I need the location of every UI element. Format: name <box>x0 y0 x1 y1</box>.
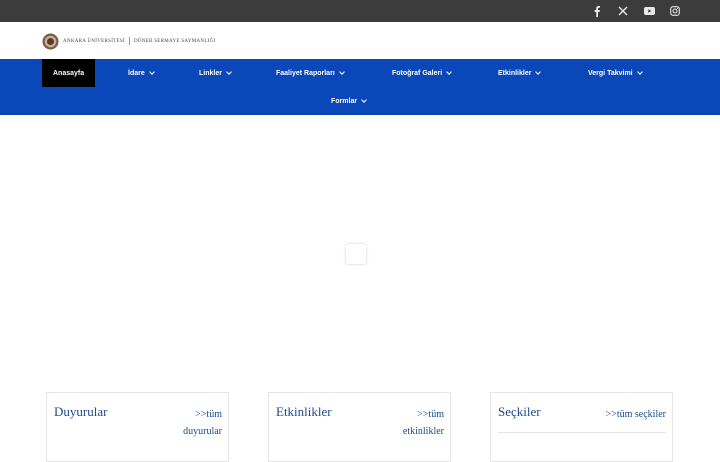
nav-label: Fotoğraf Galeri <box>392 69 443 77</box>
logo-separator <box>128 37 130 45</box>
card-title: Duyurular <box>54 404 108 419</box>
nav-label: Etkinlikler <box>498 69 532 77</box>
nav-label: Vergi Takvimi <box>588 69 633 77</box>
nav-item-formlar[interactable]: Formlar <box>331 87 367 115</box>
x-twitter-icon[interactable] <box>616 4 630 18</box>
card-etkinlikler: Etkinlikler >>tüm etkinlikler <box>268 392 451 462</box>
loading-spinner <box>346 244 366 264</box>
site-header: ANKARA ÜNİVERSİTESİ DÖNER SERMAYE SAYMAN… <box>0 22 720 59</box>
nav-item-fotograf-galeri[interactable]: Fotoğraf Galeri <box>392 59 453 87</box>
card-title: Seçkiler <box>498 404 541 419</box>
logo-unit-text: DÖNER SERMAYE SAYMANLIĞI <box>133 38 216 44</box>
facebook-icon[interactable] <box>590 4 604 18</box>
university-seal-icon <box>42 33 59 49</box>
all-events-link[interactable]: >>tüm etkinlikler <box>403 406 444 440</box>
social-links <box>590 4 682 18</box>
youtube-icon[interactable] <box>642 4 656 18</box>
nav-label: Anasayfa <box>53 69 85 77</box>
nav-item-etkinlikler[interactable]: Etkinlikler <box>498 59 542 87</box>
nav-label: Formlar <box>331 97 358 105</box>
card-title: Etkinlikler <box>276 404 332 419</box>
nav-item-idare[interactable]: İdare <box>128 59 155 87</box>
link-line-2: duyurular <box>183 426 222 437</box>
nav-item-vergi-takvimi[interactable]: Vergi Takvimi <box>588 59 643 87</box>
logo-university-text: ANKARA ÜNİVERSİTESİ <box>63 38 125 44</box>
chevron-down-icon <box>148 68 155 75</box>
card-divider <box>498 432 666 433</box>
link-line-1: >>tüm <box>195 409 222 420</box>
chevron-down-icon <box>361 96 367 103</box>
all-selections-link[interactable]: >>tüm seçkiler <box>606 406 666 423</box>
site-logo[interactable]: ANKARA ÜNİVERSİTESİ DÖNER SERMAYE SAYMAN… <box>42 31 216 51</box>
nav-label: Faaliyet Raporları <box>276 69 335 77</box>
main-navigation: Anasayfa İdare Linkler Faaliyet Raporlar… <box>0 59 720 115</box>
all-announcements-link[interactable]: >>tüm duyurular <box>183 406 222 440</box>
instagram-icon[interactable] <box>668 4 682 18</box>
chevron-down-icon <box>535 68 542 75</box>
card-seckiler: Seçkiler >>tüm seçkiler <box>490 392 673 462</box>
card-duyurular: Duyurular >>tüm duyurular <box>46 392 229 462</box>
nav-item-faaliyet-raporlari[interactable]: Faaliyet Raporları <box>276 59 345 87</box>
link-line-1: >>tüm seçkiler <box>605 409 666 420</box>
link-line-1: >>tüm <box>417 409 444 420</box>
nav-item-anasayfa[interactable]: Anasayfa <box>42 59 96 87</box>
nav-item-linkler[interactable]: Linkler <box>199 59 232 87</box>
chevron-down-icon <box>226 68 232 75</box>
chevron-down-icon <box>338 68 345 75</box>
chevron-down-icon <box>446 68 453 75</box>
nav-label: İdare <box>128 69 145 77</box>
chevron-down-icon <box>636 68 643 75</box>
nav-label: Linkler <box>199 69 222 77</box>
top-bar <box>0 0 720 22</box>
link-line-2: etkinlikler <box>402 426 444 437</box>
